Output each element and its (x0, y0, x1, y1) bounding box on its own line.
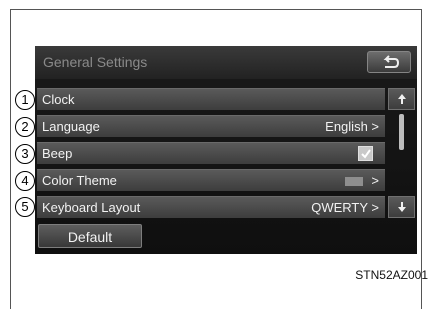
settings-screen: General Settings Clock Language English … (35, 46, 417, 254)
callout-2: 2 (15, 117, 35, 137)
color-swatch (345, 177, 363, 186)
callout-3: 3 (15, 144, 35, 164)
callout-4: 4 (15, 171, 35, 191)
back-arrow-icon (383, 55, 399, 68)
checkmark-icon (361, 149, 371, 159)
row-label: Language (42, 119, 100, 134)
scroll-up-icon (398, 94, 406, 104)
setting-row-language[interactable]: Language English > (37, 115, 385, 137)
row-value: > (371, 173, 379, 188)
setting-row-beep[interactable]: Beep (37, 142, 385, 164)
scrollbar-thumb[interactable] (399, 114, 404, 150)
beep-checkbox[interactable] (358, 146, 373, 161)
setting-row-keyboard-layout[interactable]: Keyboard Layout QWERTY > (37, 196, 385, 218)
screen-header: General Settings (35, 46, 417, 79)
scroll-up-button[interactable] (388, 88, 415, 110)
default-button-label: Default (67, 229, 113, 245)
row-value: English > (325, 119, 379, 134)
row-label: Color Theme (42, 173, 117, 188)
figure-caption: STN52AZ001 (355, 268, 428, 282)
callout-5: 5 (15, 197, 35, 217)
row-label: Keyboard Layout (42, 200, 141, 215)
scroll-down-button[interactable] (388, 196, 415, 218)
setting-row-color-theme[interactable]: Color Theme > (37, 169, 385, 191)
setting-row-clock[interactable]: Clock (37, 88, 385, 110)
screen-title: General Settings (43, 54, 148, 70)
scroll-down-icon (398, 202, 406, 212)
row-value: QWERTY > (311, 200, 379, 215)
callout-1: 1 (15, 90, 35, 110)
scrollbar[interactable] (399, 114, 404, 192)
default-button[interactable]: Default (38, 224, 142, 248)
row-label: Clock (42, 92, 75, 107)
row-label: Beep (42, 146, 73, 161)
back-button[interactable] (367, 51, 411, 73)
